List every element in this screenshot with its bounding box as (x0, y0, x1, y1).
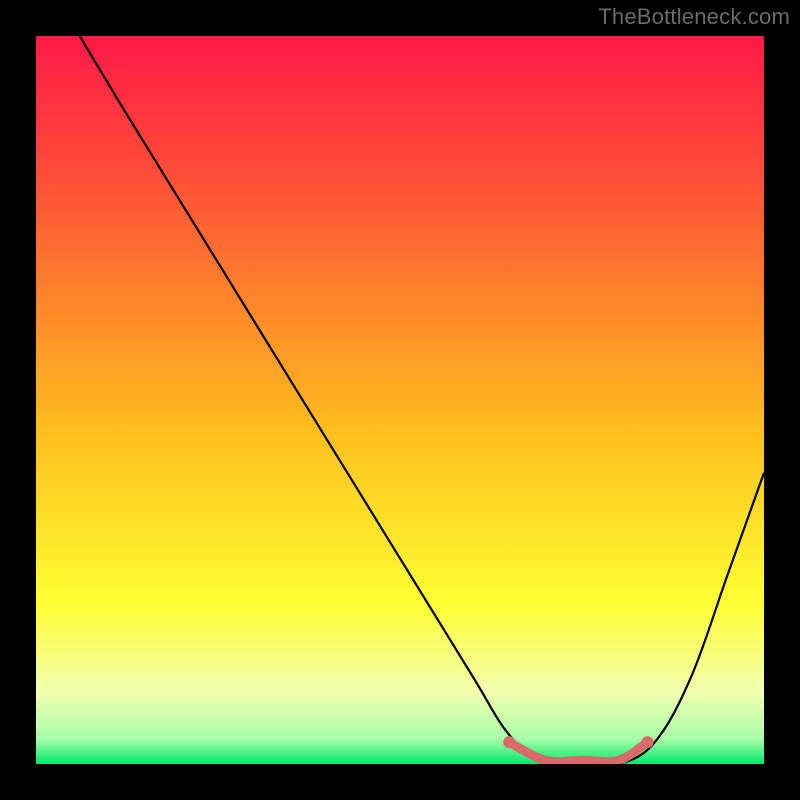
bottleneck-curve-plot (36, 36, 764, 764)
highlight-endpoint-left (503, 736, 515, 748)
chart-frame: TheBottleneck.com (0, 0, 800, 800)
watermark-text: TheBottleneck.com (598, 4, 790, 30)
highlight-endpoint-right (642, 736, 654, 748)
